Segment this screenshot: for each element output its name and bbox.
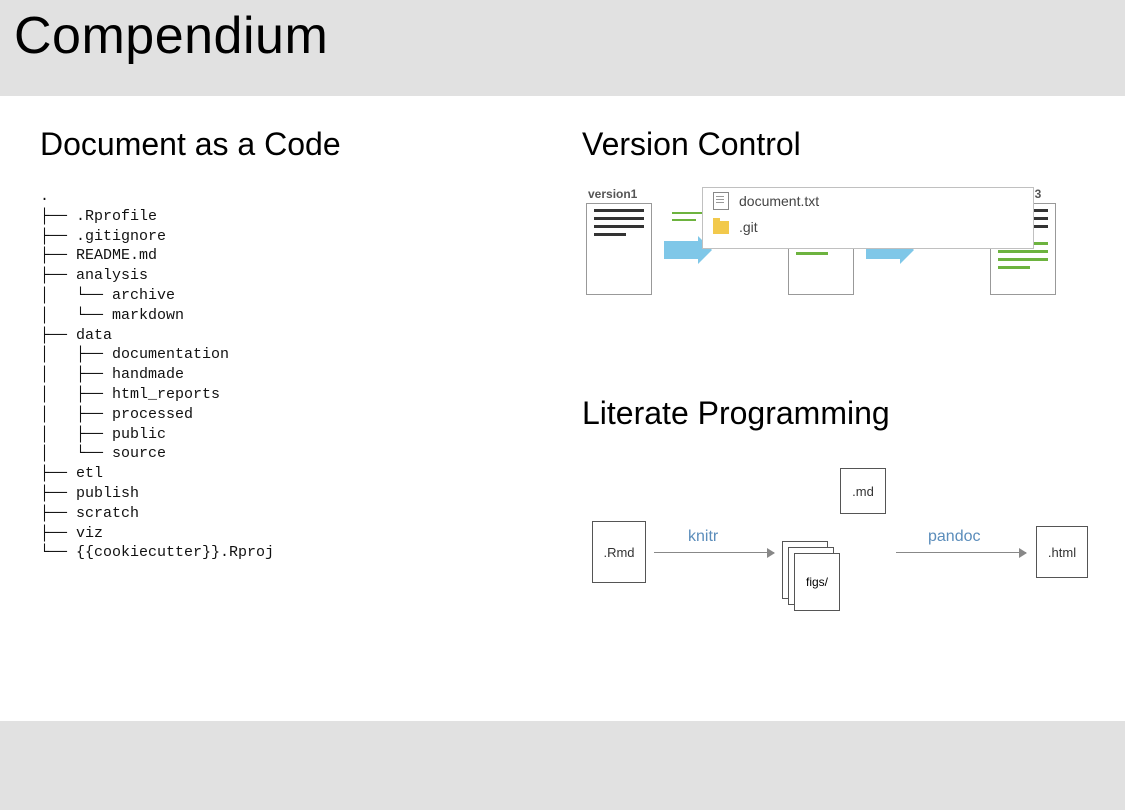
html-box: .html (1036, 526, 1088, 578)
document-as-code-title: Document as a Code (40, 126, 520, 163)
file-row-git: .git (703, 214, 1033, 240)
git-dirname: .git (739, 219, 758, 235)
figs-label: figs/ (794, 553, 840, 611)
file-listing: document.txt .git (702, 187, 1034, 249)
text-file-icon (713, 192, 729, 210)
document-filename: document.txt (739, 193, 819, 209)
literate-programming-diagram: .Rmd knitr .md figs/ pandoc .html (582, 456, 1102, 646)
version1-doc-icon (586, 203, 652, 295)
pandoc-label: pandoc (928, 528, 981, 546)
version-control-diagram: version1 + changes = version2 + chang (582, 187, 1102, 367)
content-area: Document as a Code . ├── .Rprofile ├── .… (0, 96, 1125, 721)
header-bar: Compendium (0, 0, 1125, 98)
folder-icon (713, 221, 729, 234)
md-box: .md (840, 468, 886, 514)
left-column: Document as a Code . ├── .Rprofile ├── .… (40, 126, 520, 563)
file-row-document: document.txt (703, 188, 1033, 214)
slide-title: Compendium (0, 0, 1125, 66)
knitr-arrow (654, 552, 774, 553)
pandoc-arrow (896, 552, 1026, 553)
knitr-label: knitr (688, 528, 718, 546)
version-control-title: Version Control (582, 126, 1102, 163)
literate-programming-title: Literate Programming (582, 395, 1102, 432)
version1-label: version1 (588, 187, 637, 201)
slide: Compendium Document as a Code . ├── .Rpr… (0, 0, 1125, 810)
directory-tree: . ├── .Rprofile ├── .gitignore ├── READM… (40, 187, 520, 563)
right-column: Version Control version1 + changes = ver… (582, 126, 1102, 646)
rmd-box: .Rmd (592, 521, 646, 583)
footer-bar (0, 721, 1125, 810)
